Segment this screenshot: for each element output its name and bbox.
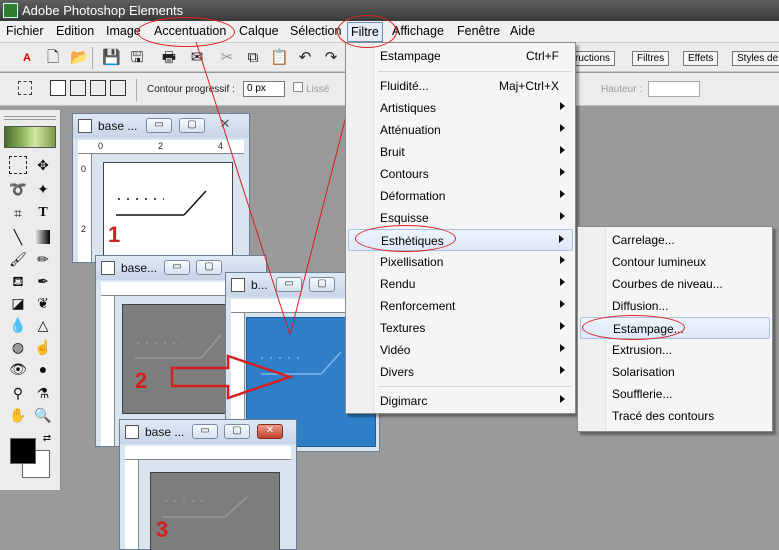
menu-item-label: Déformation xyxy=(380,189,446,203)
submenu-arrow-icon xyxy=(560,344,565,352)
menu-item-label: Solarisation xyxy=(612,365,675,379)
menu-item-label: Pixellisation xyxy=(380,255,444,269)
menu-item-label: Atténuation xyxy=(380,123,441,137)
menu-item-label: Contour lumineux xyxy=(612,255,707,269)
menu-item-video[interactable]: Vidéo xyxy=(348,339,573,361)
menu-item-label: Estampage... xyxy=(613,322,684,336)
menu-item-shortcut: Ctrl+F xyxy=(526,49,559,63)
submenu-item-extrusion[interactable]: Extrusion... xyxy=(580,339,770,361)
menu-item-rendu[interactable]: Rendu xyxy=(348,273,573,295)
submenu-arrow-icon xyxy=(560,278,565,286)
menu-item-label: Extrusion... xyxy=(612,343,673,357)
menu-item-label: Contours xyxy=(380,167,429,181)
submenu-arrow-icon xyxy=(560,168,565,176)
submenu-item-courbes-de-niveau[interactable]: Courbes de niveau... xyxy=(580,273,770,295)
menu-item-label: Diffusion... xyxy=(612,299,669,313)
submenu-arrow-icon xyxy=(560,395,565,403)
menu-item-label: Textures xyxy=(380,321,426,335)
submenu-item-carrelage[interactable]: Carrelage... xyxy=(580,229,770,251)
menu-item-label: Artistiques xyxy=(380,101,437,115)
menu-item-label: Estampage xyxy=(380,49,441,63)
submenu-arrow-icon xyxy=(560,322,565,330)
submenu-arrow-icon xyxy=(560,190,565,198)
submenu-arrow-icon xyxy=(559,235,564,243)
filter-menu: Estampage Ctrl+F Fluidité... Maj+Ctrl+X … xyxy=(345,42,576,414)
menu-item-renforcement[interactable]: Renforcement xyxy=(348,295,573,317)
menu-item-esquisse[interactable]: Esquisse xyxy=(348,207,573,229)
menu-item-deformation[interactable]: Déformation xyxy=(348,185,573,207)
menu-item-fluidite[interactable]: Fluidité... Maj+Ctrl+X xyxy=(348,75,573,97)
menu-item-artistiques[interactable]: Artistiques xyxy=(348,97,573,119)
menu-item-label: Bruit xyxy=(380,145,405,159)
menu-item-attenuation[interactable]: Atténuation xyxy=(348,119,573,141)
submenu-item-solarisation[interactable]: Solarisation xyxy=(580,361,770,383)
submenu-item-diffusion[interactable]: Diffusion... xyxy=(580,295,770,317)
submenu-arrow-icon xyxy=(560,256,565,264)
menu-item-esthetiques[interactable]: Esthétiques xyxy=(348,229,573,251)
menu-item-label: Vidéo xyxy=(380,343,411,357)
submenu-arrow-icon xyxy=(560,212,565,220)
submenu-arrow-icon xyxy=(560,146,565,154)
menu-item-textures[interactable]: Textures xyxy=(348,317,573,339)
menu-item-bruit[interactable]: Bruit xyxy=(348,141,573,163)
menu-item-label: Digimarc xyxy=(380,394,428,408)
guide-line xyxy=(195,41,291,336)
menu-item-pixellisation[interactable]: Pixellisation xyxy=(348,251,573,273)
menu-item-label: Courbes de niveau... xyxy=(612,277,723,291)
menu-item-shortcut: Maj+Ctrl+X xyxy=(498,79,559,93)
menu-item-label: Soufflerie... xyxy=(612,387,673,401)
menu-item-contours[interactable]: Contours xyxy=(348,163,573,185)
menu-item-label: Tracé des contours xyxy=(612,409,715,423)
menu-item-estampage[interactable]: Estampage Ctrl+F xyxy=(348,45,573,67)
red-arrow-icon xyxy=(170,354,294,400)
submenu-item-contour-lumineux[interactable]: Contour lumineux xyxy=(580,251,770,273)
submenu-arrow-icon xyxy=(560,366,565,374)
menu-item-label: Divers xyxy=(380,365,415,379)
menu-item-label: Carrelage... xyxy=(612,233,675,247)
submenu-item-estampage[interactable]: Estampage... xyxy=(580,317,770,339)
submenu-item-trace-des-contours[interactable]: Tracé des contours xyxy=(580,405,770,427)
submenu-arrow-icon xyxy=(560,300,565,308)
menu-item-label: Esthétiques xyxy=(381,234,444,248)
menu-item-divers[interactable]: Divers xyxy=(348,361,573,383)
esthetiques-submenu: Carrelage... Contour lumineux Courbes de… xyxy=(577,226,773,432)
menu-item-label: Fluidité... xyxy=(380,79,429,93)
menu-item-label: Esquisse xyxy=(380,211,429,225)
menu-separator xyxy=(378,386,571,387)
submenu-item-soufflerie[interactable]: Soufflerie... xyxy=(580,383,770,405)
submenu-arrow-icon xyxy=(560,124,565,132)
menu-separator xyxy=(378,71,571,72)
menu-item-label: Rendu xyxy=(380,277,416,291)
menu-item-label: Renforcement xyxy=(380,299,456,313)
menu-item-digimarc[interactable]: Digimarc xyxy=(348,390,573,412)
submenu-arrow-icon xyxy=(560,102,565,110)
